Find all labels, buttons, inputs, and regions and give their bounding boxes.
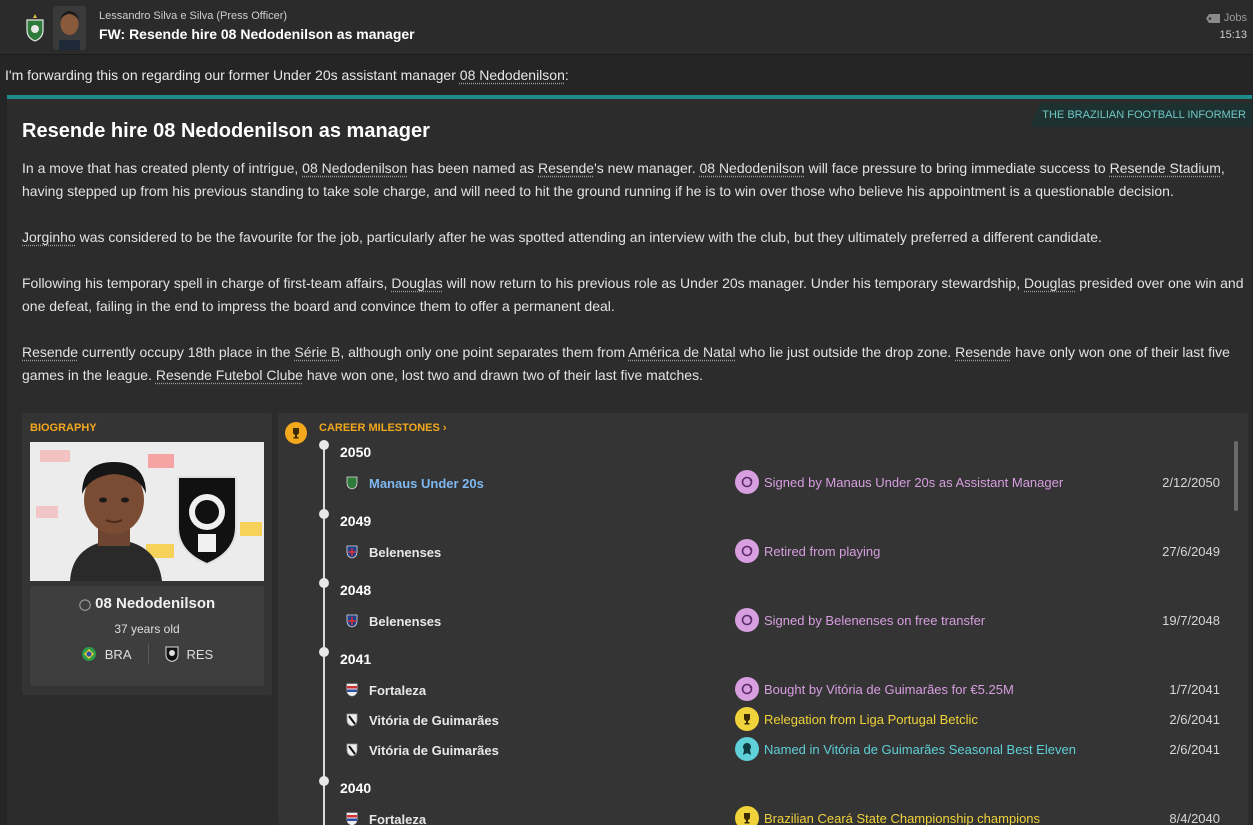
club-link[interactable]: Resende xyxy=(22,344,78,360)
timeline-dot xyxy=(319,776,329,786)
milestone-club[interactable]: Manaus Under 20s xyxy=(369,476,484,491)
trophy-icon xyxy=(735,806,759,825)
milestone-event: Bought by Vitória de Guimarães for €5.25… xyxy=(764,682,1014,697)
intro-text-end: : xyxy=(564,67,569,83)
timeline-dot xyxy=(319,440,329,450)
club-link[interactable]: Resende xyxy=(538,160,594,176)
news-source: THE BRAZILIAN FOOTBALL INFORMER xyxy=(1030,103,1252,127)
milestone-club[interactable]: Belenenses xyxy=(369,614,441,629)
milestone-event: Named in Vitória de Guimarães Seasonal B… xyxy=(764,742,1076,757)
brazil-flag-icon[interactable] xyxy=(81,646,97,662)
manager-age: 37 years old xyxy=(114,622,180,636)
manager-affiliations: BRA RES xyxy=(30,644,264,664)
year-heading: 2048 xyxy=(340,582,372,598)
person-link[interactable]: 08 Nedodenilson xyxy=(699,160,804,176)
milestone-event: Relegation from Liga Portugal Betclic xyxy=(764,712,978,727)
intro-text: I'm forwarding this on regarding our for… xyxy=(5,67,460,83)
career-milestones-link[interactable]: CAREER MILESTONES › xyxy=(319,422,447,434)
club-link[interactable]: Resende xyxy=(955,344,1011,360)
message-subject: FW: Resende hire 08 Nedodenilson as mana… xyxy=(99,26,415,42)
tag-icon xyxy=(1205,13,1220,23)
nationality-code: BRA xyxy=(104,646,132,662)
club-crest-icon xyxy=(26,14,44,42)
article-body: In a move that has created plenty of int… xyxy=(22,157,1246,410)
milestone-event: Retired from playing xyxy=(764,544,881,559)
resende-crest-icon[interactable] xyxy=(165,646,179,662)
timeline-line xyxy=(323,443,325,825)
milestone-date: 8/4/2040 xyxy=(1169,811,1220,825)
person-link[interactable]: 08 Nedodenilson xyxy=(302,160,407,176)
year-heading: 2049 xyxy=(340,513,372,529)
transfer-icon xyxy=(735,677,759,701)
transfer-icon xyxy=(735,470,759,494)
milestone-date: 2/6/2041 xyxy=(1169,712,1220,727)
stadium-link[interactable]: Resende Stadium xyxy=(1110,160,1221,176)
transfer-icon xyxy=(735,608,759,632)
milestone-club[interactable]: Vitória de Guimarães xyxy=(369,713,499,728)
belenenses-crest-icon[interactable] xyxy=(346,545,358,559)
sender-avatar[interactable] xyxy=(53,6,86,50)
milestone-date: 2/12/2050 xyxy=(1162,475,1220,490)
fortaleza-crest-icon[interactable] xyxy=(346,683,358,697)
milestone-club[interactable]: Fortaleza xyxy=(369,683,426,698)
milestone-date: 2/6/2041 xyxy=(1169,742,1220,757)
category-tag[interactable]: Jobs xyxy=(1205,12,1247,24)
divider xyxy=(147,644,149,664)
manager-name[interactable]: ◯ 08 Nedodenilson xyxy=(30,595,264,612)
category-label: Jobs xyxy=(1223,12,1247,24)
trophy-icon xyxy=(735,707,759,731)
milestone-event: Signed by Manaus Under 20s as Assistant … xyxy=(764,475,1064,490)
timeline-dot xyxy=(319,509,329,519)
year-heading: 2040 xyxy=(340,780,372,796)
trophy-icon xyxy=(285,422,307,444)
milestone-event: Brazilian Ceará State Championship champ… xyxy=(764,811,1041,825)
paragraph-4: Resende currently occupy 18th place in t… xyxy=(22,344,1230,383)
timeline-dot xyxy=(319,647,329,657)
timeline-dot xyxy=(319,578,329,588)
year-heading: 2050 xyxy=(340,444,372,460)
paragraph-3: Following his temporary spell in charge … xyxy=(22,275,1244,314)
vitoria-crest-icon[interactable] xyxy=(346,743,358,757)
manager-card: ◯ 08 Nedodenilson 37 years old BRA RES xyxy=(30,586,264,686)
person-icon: ◯ xyxy=(78,599,92,611)
person-link[interactable]: Douglas xyxy=(391,275,442,291)
career-milestones-panel: CAREER MILESTONES › 2050 2049 2048 2041 … xyxy=(278,413,1248,825)
belenenses-crest-icon[interactable] xyxy=(346,614,358,628)
award-icon xyxy=(735,737,759,761)
year-heading: 2041 xyxy=(340,651,372,667)
milestone-club[interactable]: Belenenses xyxy=(369,545,441,560)
paragraph-1: In a move that has created plenty of int… xyxy=(22,160,1225,199)
milestone-event: Signed by Belenenses on free transfer xyxy=(764,613,986,628)
sender-name[interactable]: Lessandro Silva e Silva (Press Officer) xyxy=(99,10,287,22)
club-link[interactable]: Resende Futebol Clube xyxy=(156,367,303,383)
milestone-date: 27/6/2049 xyxy=(1162,544,1220,559)
biography-panel: BIOGRAPHY ◯ 08 Nedodenilson 37 years old… xyxy=(22,413,272,695)
club-code: RES xyxy=(186,646,214,662)
message-time: 15:13 xyxy=(1219,29,1247,41)
transfer-icon xyxy=(735,539,759,563)
message-header: Lessandro Silva e Silva (Press Officer) … xyxy=(0,0,1253,55)
milestone-club[interactable]: Fortaleza xyxy=(369,812,426,825)
milestone-date: 1/7/2041 xyxy=(1169,682,1220,697)
club-link[interactable]: América de Natal xyxy=(628,344,735,360)
person-link[interactable]: 08 Nedodenilson xyxy=(460,67,565,83)
milestone-club[interactable]: Vitória de Guimarães xyxy=(369,743,499,758)
competition-link[interactable]: Série B xyxy=(294,344,340,360)
milestone-date: 19/7/2048 xyxy=(1162,613,1220,628)
biography-label: BIOGRAPHY xyxy=(30,422,97,434)
portrait-image xyxy=(30,442,264,581)
scrollbar[interactable] xyxy=(1234,441,1238,511)
person-link[interactable]: Douglas xyxy=(1024,275,1075,291)
fortaleza-crest-icon[interactable] xyxy=(346,812,358,825)
manager-portrait[interactable] xyxy=(30,442,264,581)
manaus-crest-icon[interactable] xyxy=(346,476,358,490)
person-link[interactable]: Jorginho xyxy=(22,229,76,245)
forward-note: I'm forwarding this on regarding our for… xyxy=(5,67,569,83)
paragraph-2: Jorginho was considered to be the favour… xyxy=(22,229,1102,245)
article-title: Resende hire 08 Nedodenilson as manager xyxy=(22,120,430,142)
vitoria-crest-icon[interactable] xyxy=(346,713,358,727)
